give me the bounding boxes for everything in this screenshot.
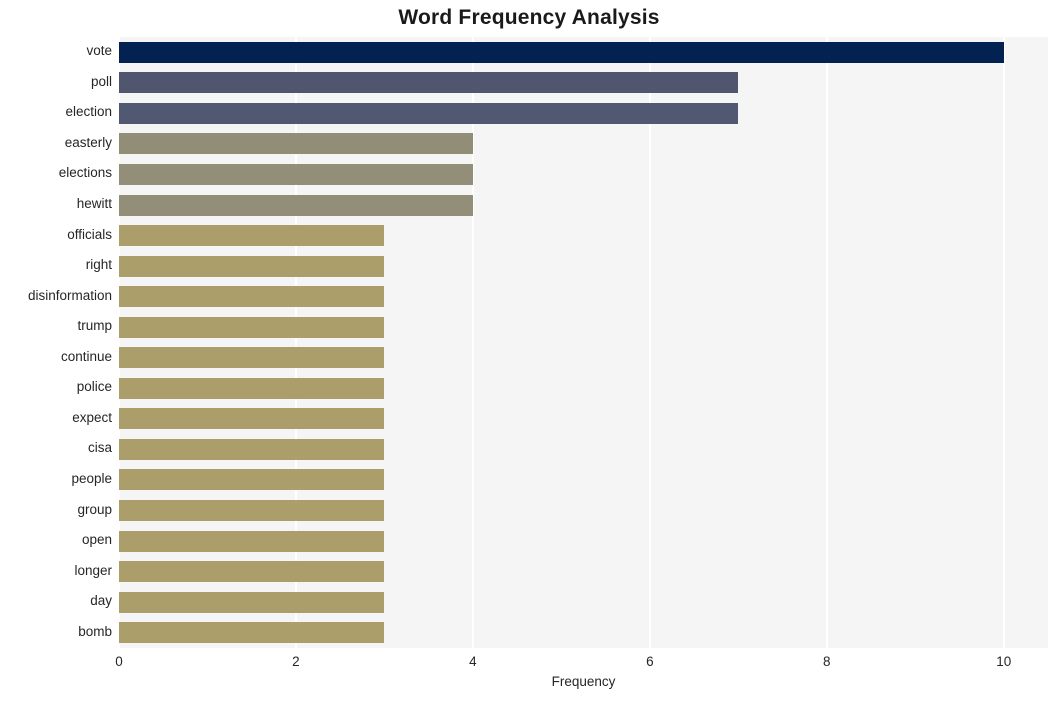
- chart-title: Word Frequency Analysis: [398, 6, 660, 29]
- bar-hewitt[interactable]: [119, 194, 473, 216]
- x-tick-label-6: 6: [646, 654, 654, 669]
- gridline-x-6: [648, 37, 651, 648]
- y-tick-label-hewitt: hewitt: [76, 196, 112, 212]
- x-tick-label-10: 10: [996, 654, 1012, 669]
- gridline-x-2: [294, 37, 297, 648]
- bar-open[interactable]: [119, 530, 385, 552]
- y-tick-label-open: open: [81, 532, 112, 548]
- bar-police[interactable]: [119, 377, 385, 399]
- y-tick-label-day: day: [90, 593, 112, 609]
- y-tick-label-vote: vote: [86, 43, 112, 59]
- y-tick-label-people: people: [71, 470, 112, 486]
- bar-right[interactable]: [119, 255, 385, 277]
- gridline-x-8: [825, 37, 828, 648]
- bar-continue[interactable]: [119, 347, 385, 369]
- y-tick-label-police: police: [76, 379, 112, 395]
- y-tick-label-continue: continue: [60, 348, 112, 364]
- y-tick-label-group: group: [77, 501, 112, 517]
- bar-bomb[interactable]: [119, 622, 385, 644]
- gridline-x-10: [1002, 37, 1005, 648]
- bar-expect[interactable]: [119, 408, 385, 430]
- y-tick-label-easterly: easterly: [64, 134, 112, 150]
- y-tick-label-expect: expect: [72, 409, 112, 425]
- bar-trump[interactable]: [119, 316, 385, 338]
- bar-elections[interactable]: [119, 163, 473, 185]
- y-tick-label-poll: poll: [90, 73, 112, 89]
- y-axis-tick-labels: vote poll election easterly elections hewitt o…: [0, 37, 112, 648]
- y-tick-label-elections: elections: [58, 165, 112, 181]
- y-tick-label-right: right: [85, 257, 112, 273]
- x-axis-tick-labels: 0 2 4 6 8 10: [0, 648, 1058, 674]
- bar-poll[interactable]: [119, 72, 739, 94]
- y-tick-label-cisa: cisa: [87, 440, 112, 456]
- x-tick-label-8: 8: [823, 654, 831, 669]
- y-tick-label-election: election: [65, 104, 112, 120]
- bar-longer[interactable]: [119, 561, 385, 583]
- plot-area: [119, 37, 1048, 648]
- y-tick-label-trump: trump: [77, 318, 112, 334]
- gridline-x-0: [119, 37, 120, 648]
- y-tick-label-officials: officials: [67, 226, 112, 242]
- bar-officials[interactable]: [119, 225, 385, 247]
- x-tick-label-4: 4: [469, 654, 477, 669]
- gridline-x-4: [471, 37, 474, 648]
- x-tick-label-0: 0: [115, 654, 123, 669]
- bar-people[interactable]: [119, 469, 385, 491]
- bar-disinformation[interactable]: [119, 286, 385, 308]
- bar-easterly[interactable]: [119, 133, 473, 155]
- y-tick-label-bomb: bomb: [78, 623, 112, 639]
- x-tick-label-2: 2: [292, 654, 300, 669]
- bar-vote[interactable]: [119, 41, 1004, 63]
- y-tick-label-longer: longer: [74, 562, 112, 578]
- bar-cisa[interactable]: [119, 438, 385, 460]
- bar-group[interactable]: [119, 500, 385, 522]
- bar-day[interactable]: [119, 591, 385, 613]
- word-frequency-chart-figure: Word Frequency Analysis vote poll election…: [0, 0, 1058, 701]
- y-tick-label-disinformation: disinformation: [27, 287, 112, 303]
- x-axis-title: Frequency: [551, 674, 616, 689]
- bar-election[interactable]: [119, 102, 739, 124]
